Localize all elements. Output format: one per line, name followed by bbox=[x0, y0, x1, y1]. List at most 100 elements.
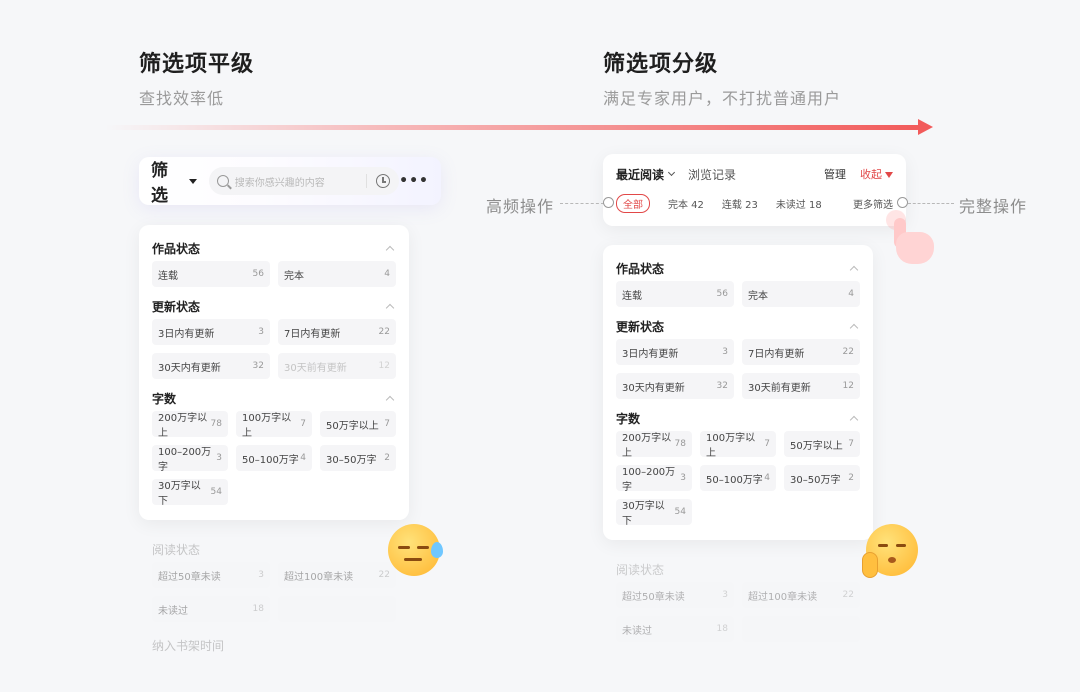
right-faded-chip[interactable]: 超过100章未读 22 bbox=[742, 582, 860, 608]
left-chip[interactable]: 3日内有更新 3 bbox=[152, 319, 270, 345]
high-frequency-label: 高频操作 bbox=[486, 197, 555, 216]
chevron-up-icon[interactable] bbox=[385, 395, 395, 405]
chip-count: 22 bbox=[378, 327, 390, 337]
chip-count: 32 bbox=[716, 381, 728, 391]
left-chip-grid: 200万字以上 78 100万字以上 7 50万字以上 7 100–200万字 3 50–100… bbox=[152, 411, 396, 507]
left-chip[interactable]: 30天前有更新 12 bbox=[278, 353, 396, 379]
quick-filter-3[interactable]: 未读过 18 bbox=[776, 196, 822, 211]
more-filters-button[interactable]: 更多筛选 bbox=[853, 196, 893, 211]
chip-label: 30天内有更新 bbox=[622, 382, 685, 394]
left-chip[interactable]: 50–100万字 4 bbox=[236, 445, 312, 471]
right-chip[interactable]: 连载 56 bbox=[616, 281, 734, 307]
manage-button[interactable]: 管理 bbox=[824, 166, 846, 182]
left-chip[interactable]: 30–50万字 2 bbox=[320, 445, 396, 471]
tap-hand-icon bbox=[886, 210, 944, 270]
left-chip[interactable]: 200万字以上 78 bbox=[152, 411, 228, 439]
sweat-emoji-icon bbox=[388, 524, 443, 576]
quick-filter-0[interactable]: 全部 bbox=[616, 193, 650, 213]
filter-funnel-icon bbox=[885, 172, 893, 178]
chip-label: 7日内有更新 bbox=[748, 348, 805, 360]
left-faded-chip[interactable] bbox=[278, 596, 396, 622]
section-label: 作品状态 bbox=[152, 241, 201, 256]
right-faded-chip[interactable]: 超过50章未读 3 bbox=[616, 582, 734, 608]
right-chip[interactable]: 50万字以上 7 bbox=[784, 431, 860, 457]
right-chip-grid: 200万字以上 78 100万字以上 7 50万字以上 7 100–200万字 3 50–100… bbox=[616, 431, 860, 527]
section-label: 阅读状态 bbox=[152, 542, 201, 557]
chip-count: 22 bbox=[378, 570, 390, 580]
chip-count: 12 bbox=[378, 361, 390, 371]
right-heading: 筛选项分级 bbox=[603, 52, 719, 77]
chip-label: 超过100章未读 bbox=[748, 591, 818, 603]
right-chip[interactable]: 完本 4 bbox=[742, 281, 860, 307]
chip-label: 连载 bbox=[622, 290, 642, 302]
tab-recent-reading[interactable]: 最近阅读 bbox=[616, 166, 664, 183]
chevron-up-icon[interactable] bbox=[385, 245, 395, 255]
search-divider bbox=[366, 174, 368, 188]
right-chip[interactable]: 100万字以上 7 bbox=[700, 431, 776, 459]
chip-count: 18 bbox=[716, 624, 728, 634]
right-chip[interactable]: 100–200万字 3 bbox=[616, 465, 692, 493]
right-chip[interactable]: 3日内有更新 3 bbox=[616, 339, 734, 365]
chip-label: 30–50万字 bbox=[790, 474, 841, 486]
chip-label: 30万字以下 bbox=[622, 501, 665, 527]
left-faded-chip[interactable]: 未读过 18 bbox=[152, 596, 270, 622]
right-chip[interactable]: 200万字以上 78 bbox=[616, 431, 692, 459]
caret-down-icon[interactable] bbox=[188, 178, 197, 184]
quick-filter-2[interactable]: 连载 23 bbox=[722, 196, 758, 211]
left-faded-section: 阅读状态 超过50章未读 3 超过100章未读 22 未读过 18 纳入书架时间 bbox=[139, 530, 409, 658]
left-chip[interactable]: 连载 56 bbox=[152, 261, 270, 287]
left-chip[interactable]: 100–200万字 3 bbox=[152, 445, 228, 473]
right-chip[interactable]: 30天内有更新 32 bbox=[616, 373, 734, 399]
chip-label: 未读过 bbox=[158, 605, 188, 617]
search-placeholder: 搜索你感兴趣的内容 bbox=[234, 177, 325, 189]
chip-count: 18 bbox=[252, 604, 264, 614]
collapse-label: 收起 bbox=[860, 168, 882, 181]
left-faded-chip[interactable]: 超过100章未读 22 bbox=[278, 562, 396, 588]
left-connector-dot bbox=[603, 197, 614, 208]
chip-label: 50–100万字 bbox=[706, 474, 763, 486]
chevron-up-icon[interactable] bbox=[849, 415, 859, 425]
chevron-down-icon[interactable] bbox=[667, 168, 676, 177]
chevron-up-icon[interactable] bbox=[849, 265, 859, 275]
quick-filter-1[interactable]: 完本 42 bbox=[668, 196, 704, 211]
right-faded-chip[interactable] bbox=[742, 616, 860, 642]
section-label: 更新状态 bbox=[152, 299, 201, 314]
chip-label: 30万字以下 bbox=[158, 481, 201, 507]
left-chip-grid: 3日内有更新 3 7日内有更新 22 30天内有更新 32 30天前有更新 12 bbox=[152, 319, 396, 379]
left-chip[interactable]: 50万字以上 7 bbox=[320, 411, 396, 437]
section-label: 字数 bbox=[152, 391, 177, 406]
right-section-title: 字数 bbox=[616, 405, 860, 431]
chip-label: 100–200万字 bbox=[158, 447, 212, 473]
left-chip[interactable]: 100万字以上 7 bbox=[236, 411, 312, 439]
left-chip[interactable]: 30天内有更新 32 bbox=[152, 353, 270, 379]
search-input[interactable]: 搜索你感兴趣的内容 bbox=[208, 167, 400, 195]
collapse-button[interactable]: 收起 bbox=[860, 166, 893, 182]
left-faded-chip[interactable]: 超过50章未读 3 bbox=[152, 562, 270, 588]
right-chip[interactable]: 50–100万字 4 bbox=[700, 465, 776, 491]
filter-title[interactable]: 筛选 bbox=[151, 156, 185, 206]
right-faded-title: 阅读状态 bbox=[616, 556, 860, 582]
chip-count: 7 bbox=[384, 419, 390, 429]
right-chip[interactable]: 30天前有更新 12 bbox=[742, 373, 860, 399]
left-heading: 筛选项平级 bbox=[139, 52, 255, 77]
chip-count: 3 bbox=[722, 347, 728, 357]
chip-count: 2 bbox=[848, 473, 854, 483]
arrow-head-icon bbox=[918, 119, 933, 135]
left-chip[interactable]: 完本 4 bbox=[278, 261, 396, 287]
search-icon bbox=[216, 175, 229, 187]
chip-count: 4 bbox=[848, 289, 854, 299]
chip-label: 50万字以上 bbox=[790, 440, 843, 452]
tab-browse-history[interactable]: 浏览记录 bbox=[688, 166, 736, 183]
right-chip[interactable]: 30万字以下 54 bbox=[616, 499, 692, 527]
right-section-title: 更新状态 bbox=[616, 313, 860, 339]
left-chip[interactable]: 7日内有更新 22 bbox=[278, 319, 396, 345]
right-chip[interactable]: 7日内有更新 22 bbox=[742, 339, 860, 365]
chevron-up-icon[interactable] bbox=[385, 303, 395, 313]
more-dots-icon[interactable]: ••• bbox=[399, 173, 429, 189]
right-chip[interactable]: 30–50万字 2 bbox=[784, 465, 860, 491]
chip-label: 30天前有更新 bbox=[748, 382, 811, 394]
right-faded-chip[interactable]: 未读过 18 bbox=[616, 616, 734, 642]
chevron-up-icon[interactable] bbox=[849, 323, 859, 333]
left-chip[interactable]: 30万字以下 54 bbox=[152, 479, 228, 507]
history-clock-icon[interactable] bbox=[376, 174, 391, 188]
